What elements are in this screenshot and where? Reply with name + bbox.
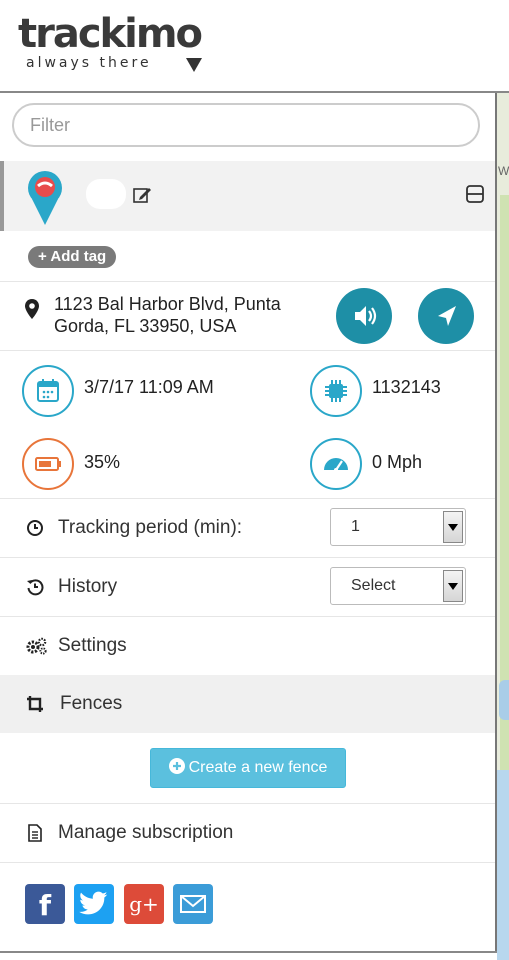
fences-label: Fences (60, 693, 123, 714)
crop-icon (27, 696, 43, 712)
battery-level: 35% (84, 452, 121, 472)
calendar-icon (37, 379, 59, 402)
create-fence-button[interactable]: Create a new fence (150, 748, 346, 788)
settings-row[interactable]: Settings (0, 617, 495, 675)
device-pin-icon (28, 171, 62, 225)
twitter-button[interactable] (74, 884, 114, 924)
history-row: History Select (0, 558, 495, 616)
filter-input[interactable] (12, 103, 480, 147)
history-label: History (58, 576, 118, 597)
trackimo-logo: trackimo always there (18, 12, 218, 72)
sound-button[interactable] (336, 288, 392, 344)
envelope-icon (180, 895, 206, 913)
settings-label: Settings (58, 635, 127, 656)
dropdown-arrow-icon[interactable] (443, 570, 463, 602)
facebook-icon: f (38, 889, 52, 922)
current-speed: 0 Mph (372, 452, 423, 472)
speaker-icon (355, 306, 377, 326)
divider (0, 862, 495, 863)
facebook-button[interactable]: f (25, 884, 65, 924)
tracking-period-select[interactable]: 1 (330, 508, 466, 546)
history-value: Select (351, 577, 396, 594)
navigation-arrow-icon (438, 306, 456, 326)
map-water-large (497, 770, 509, 960)
email-button[interactable] (173, 884, 213, 924)
add-tag-button[interactable]: + Add tag (28, 246, 117, 268)
tracking-period-row: Tracking period (min): 1 (0, 499, 495, 557)
collapse-icon[interactable] (466, 185, 484, 203)
speed-ring (310, 438, 362, 490)
battery-ring (22, 438, 74, 490)
device-header[interactable] (0, 161, 495, 231)
history-select[interactable]: Select (330, 567, 466, 605)
tracking-period-value: 1 (351, 518, 360, 535)
plus-circle-icon (168, 758, 185, 774)
subscription-row[interactable]: Manage subscription (0, 804, 495, 862)
date-ring (22, 365, 74, 417)
navigate-button[interactable] (418, 288, 474, 344)
last-update-time: 3/7/17 11:09 AM (84, 377, 214, 397)
subscription-label: Manage subscription (58, 822, 234, 843)
speedometer-icon (324, 458, 348, 472)
divider (0, 281, 495, 282)
logo-wordmark: trackimo (18, 11, 203, 57)
gears-icon (26, 637, 47, 655)
map-label: W (498, 164, 509, 178)
google-plus-icon: g+ (129, 892, 159, 916)
device-name-redacted (86, 179, 126, 209)
document-icon (28, 824, 42, 842)
device-id: 1132143 (372, 377, 441, 397)
fences-row[interactable]: Fences (0, 675, 495, 733)
twitter-icon (79, 891, 108, 915)
dropdown-arrow-icon[interactable] (443, 511, 463, 543)
chip-icon (325, 380, 347, 402)
location-marker-icon (25, 299, 39, 319)
device-address: 1123 Bal Harbor Blvd, Punta Gorda, FL 33… (54, 294, 281, 336)
battery-icon (35, 457, 61, 471)
device-panel: + Add tag 1123 Bal Harbor Blvd, Punta Go… (0, 93, 497, 953)
clock-icon (27, 520, 43, 536)
tracking-period-label: Tracking period (min): (58, 517, 243, 538)
edit-icon[interactable] (132, 185, 152, 205)
google-plus-button[interactable]: g+ (124, 884, 164, 924)
panel-bottom-border (0, 951, 497, 953)
device-id-ring (310, 365, 362, 417)
create-fence-label: Create a new fence (188, 759, 328, 776)
map-water (499, 680, 509, 720)
logo-pin-icon (186, 58, 202, 72)
divider (0, 350, 495, 351)
history-icon (27, 579, 44, 596)
